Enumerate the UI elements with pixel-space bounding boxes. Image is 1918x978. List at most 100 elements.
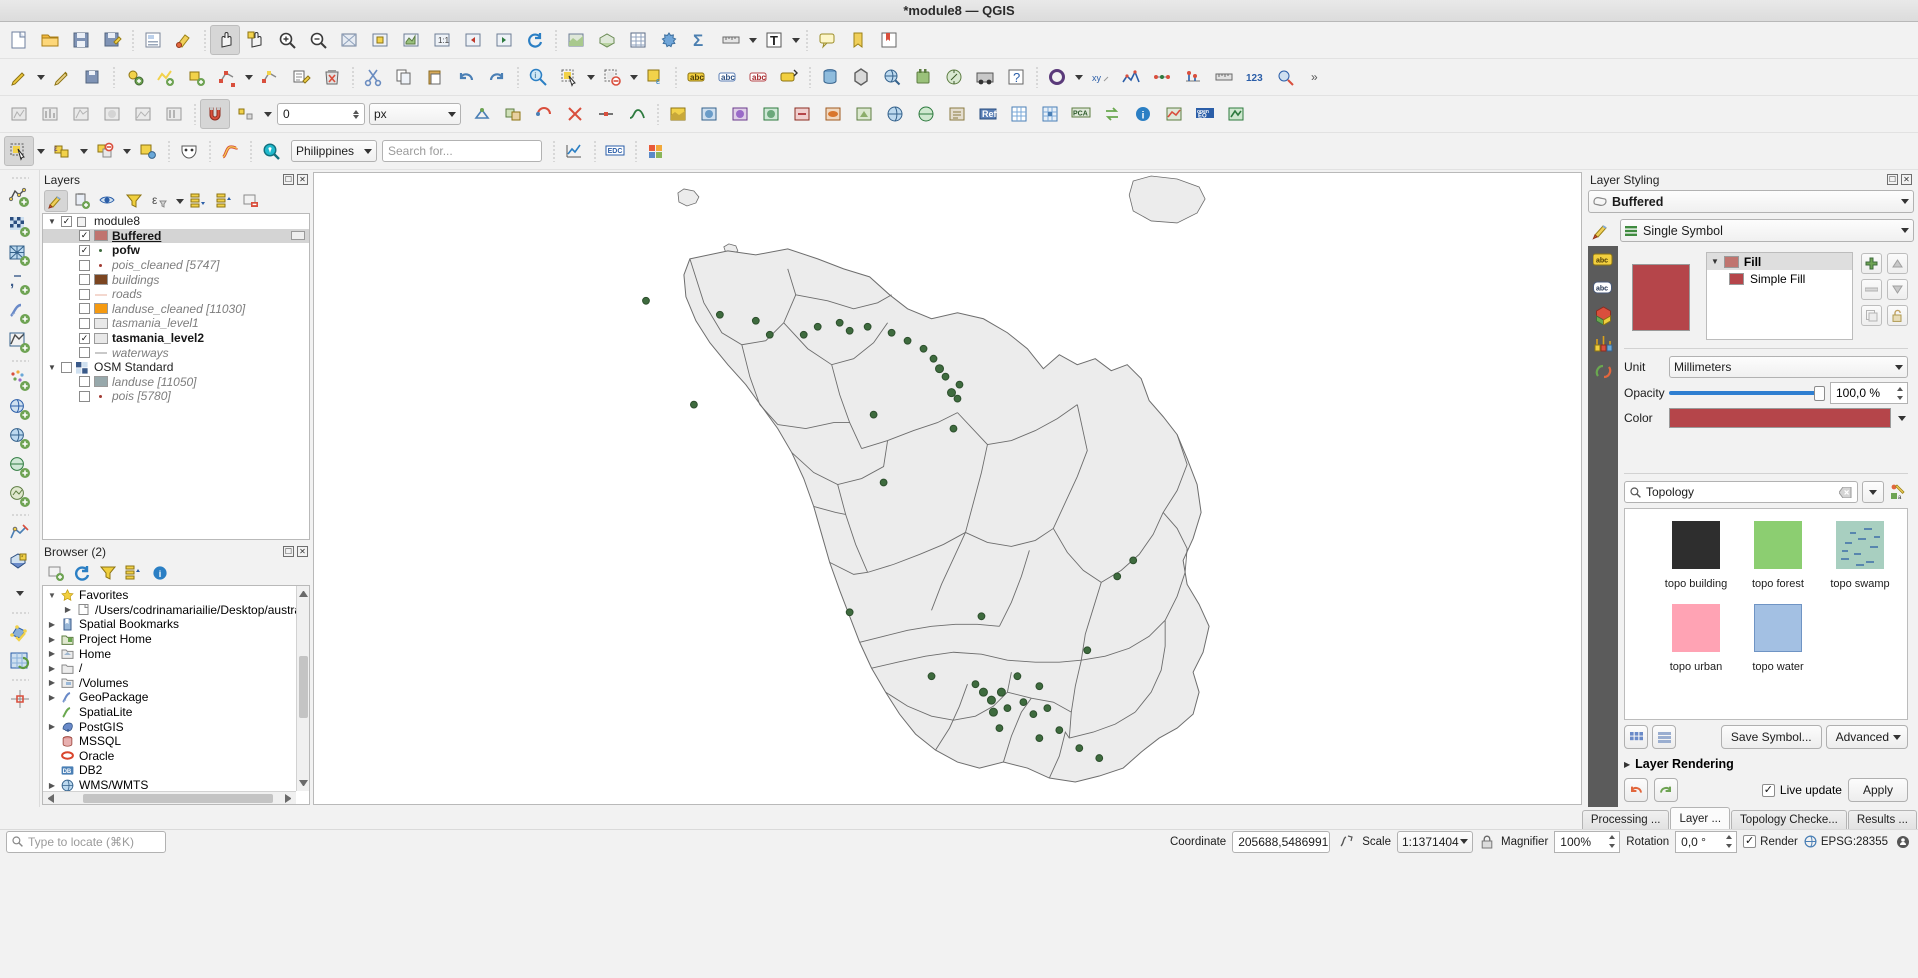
layer-visibility-checkbox[interactable] [79, 288, 90, 300]
opacity-slider-handle[interactable] [1814, 385, 1825, 401]
browser-item[interactable]: MSSQL [43, 734, 309, 749]
new-print-layout-icon[interactable] [138, 25, 168, 55]
symbol-cell[interactable]: topo water [1737, 604, 1819, 673]
browser-item[interactable]: ▶ Home [43, 646, 309, 661]
lock-symbol-color-button[interactable] [1887, 305, 1908, 326]
browser-expander[interactable]: ▶ [47, 693, 57, 702]
collapse-all-icon[interactable] [213, 190, 237, 212]
opacity-slider[interactable] [1669, 385, 1825, 401]
undo-style-button[interactable] [1624, 778, 1648, 802]
rotation-spinbox[interactable]: 0,0 ° [1675, 830, 1738, 853]
raster-align-icon[interactable] [35, 99, 65, 129]
save-project-icon[interactable] [66, 25, 96, 55]
refresh-browser-icon[interactable] [70, 562, 94, 584]
deselect-all-icon[interactable] [90, 136, 120, 166]
history-tab-icon[interactable] [1592, 362, 1614, 380]
add-symbol-layer-button[interactable] [1861, 253, 1882, 274]
grid-view-icon[interactable] [1624, 725, 1648, 749]
osm-search-icon[interactable] [256, 136, 286, 166]
browser-expander[interactable]: ▶ [47, 781, 57, 790]
browser-properties-icon[interactable]: i [148, 562, 172, 584]
point-sampling-icon[interactable] [1178, 62, 1208, 92]
browser-tree[interactable]: ▼ Favorites ▶ /Users/codrinamariailie/Deskt… [42, 585, 310, 805]
snap-intersection-icon[interactable] [560, 99, 590, 129]
vertex-tool-current-icon[interactable] [255, 62, 285, 92]
layer-row[interactable]: roads [43, 287, 309, 302]
browser-item[interactable]: ▶ GeoPackage [43, 690, 309, 705]
add-raster-layer-icon[interactable] [5, 212, 35, 240]
toggle-extents-icon[interactable] [1336, 834, 1356, 849]
new-geopackage-layer-icon[interactable]: * [5, 549, 35, 577]
layer-visibility-checkbox[interactable] [79, 390, 90, 402]
show-hide-labels-icon[interactable]: abc [743, 62, 773, 92]
move-symbol-down-button[interactable] [1887, 279, 1908, 300]
select-dropdown-arrow[interactable] [585, 62, 596, 92]
manage-layer-visibility-icon[interactable] [96, 190, 120, 212]
vertex-tool-arrow[interactable] [243, 62, 254, 92]
refresh-table-icon[interactable] [5, 647, 35, 675]
layer-visibility-checkbox[interactable] [79, 347, 90, 359]
map-canvas[interactable] [313, 172, 1582, 805]
browser-expander[interactable]: ▶ [47, 620, 57, 629]
label-toolbar-icon[interactable]: abc [681, 62, 711, 92]
layer-row[interactable]: ▼ OSM Standard [43, 360, 309, 375]
browser-float-icon[interactable]: ☐ [283, 546, 294, 557]
layer-visibility-checkbox[interactable] [79, 259, 90, 271]
layer-row[interactable]: ✓ Buffered [43, 228, 309, 244]
browser-item[interactable]: ▼ Favorites [43, 588, 309, 603]
new-bookmark-icon[interactable] [843, 25, 873, 55]
browser-expander[interactable]: ▼ [47, 591, 57, 600]
zoom-layer-icon[interactable] [396, 25, 426, 55]
redo-icon[interactable] [482, 62, 512, 92]
symbol-tree-root-row[interactable]: ▼ Fill [1707, 253, 1852, 270]
layer-rendering-section[interactable]: ▶ Layer Rendering [1618, 752, 1914, 775]
select-by-location-icon[interactable] [133, 136, 163, 166]
symbol-layer-tree[interactable]: ▼ Fill Simple Fill [1706, 252, 1853, 340]
filter-expression-arrow[interactable] [174, 190, 185, 212]
layer-row[interactable]: ▼ ✓ module8 [43, 214, 309, 229]
scroll-thumb[interactable] [299, 656, 308, 718]
layers-tree[interactable]: ▼ ✓ module8 ✓ Buffered ✓ pofw pois_cleaned [574… [42, 213, 310, 540]
georeferencer2-icon[interactable] [663, 99, 693, 129]
styling-layer-combo[interactable]: Buffered [1588, 190, 1914, 213]
add-group-icon[interactable] [70, 190, 94, 212]
avoid-overlap-icon[interactable] [498, 99, 528, 129]
deselect-dropdown-arrow[interactable] [628, 62, 639, 92]
zoom-in-icon[interactable] [272, 25, 302, 55]
color-dropdown-arrow[interactable] [1896, 415, 1908, 421]
grid-tool-icon[interactable] [1004, 99, 1034, 129]
layer-row[interactable]: buildings [43, 272, 309, 287]
osm-place-arrow[interactable] [1073, 62, 1084, 92]
measure-tool-icon[interactable] [1209, 62, 1239, 92]
color-button[interactable] [1669, 408, 1891, 428]
help-contents-icon[interactable]: ? [1001, 62, 1031, 92]
scroll-up-arrow[interactable] [298, 588, 308, 597]
lock-scale-icon[interactable] [1479, 835, 1495, 849]
tab-results[interactable]: Results ... [1847, 810, 1917, 829]
browser-item[interactable]: ▶ / [43, 661, 309, 676]
browser-expander[interactable]: ▶ [47, 664, 57, 673]
symbol-cell[interactable]: topo urban [1655, 604, 1737, 673]
locator-input[interactable]: Type to locate (⌘K) [6, 830, 166, 853]
country-combo[interactable]: Philippines [291, 140, 377, 162]
add-wms-layer-icon[interactable] [694, 99, 724, 129]
coordinate-capture-icon[interactable] [5, 685, 35, 713]
move-label-icon[interactable] [774, 62, 804, 92]
profile-tool-icon[interactable] [1116, 62, 1146, 92]
info-tool-icon[interactable]: i [1128, 99, 1158, 129]
add-virtual-layer-icon[interactable] [849, 99, 879, 129]
snapping-units-combo[interactable]: px [369, 103, 461, 125]
metasearch-icon[interactable] [877, 62, 907, 92]
pan-map-icon[interactable] [210, 25, 240, 55]
browser-item[interactable]: ▶ PostGIS [43, 719, 309, 734]
browser-expander[interactable]: ▶ [47, 722, 57, 731]
osm-search-input[interactable]: Search for... [382, 140, 542, 162]
scroll-down-arrow[interactable] [299, 780, 308, 789]
layer-row[interactable]: ✓ tasmania_level2 [43, 331, 309, 346]
deselect-all-arrow[interactable] [121, 136, 132, 166]
add-polygon-feature-icon[interactable] [181, 62, 211, 92]
layer-row[interactable]: landuse_cleaned [11030] [43, 302, 309, 317]
vertex-tool-icon[interactable] [212, 62, 242, 92]
style-manager-icon[interactable] [169, 25, 199, 55]
scroll-left-arrow[interactable] [45, 793, 54, 803]
